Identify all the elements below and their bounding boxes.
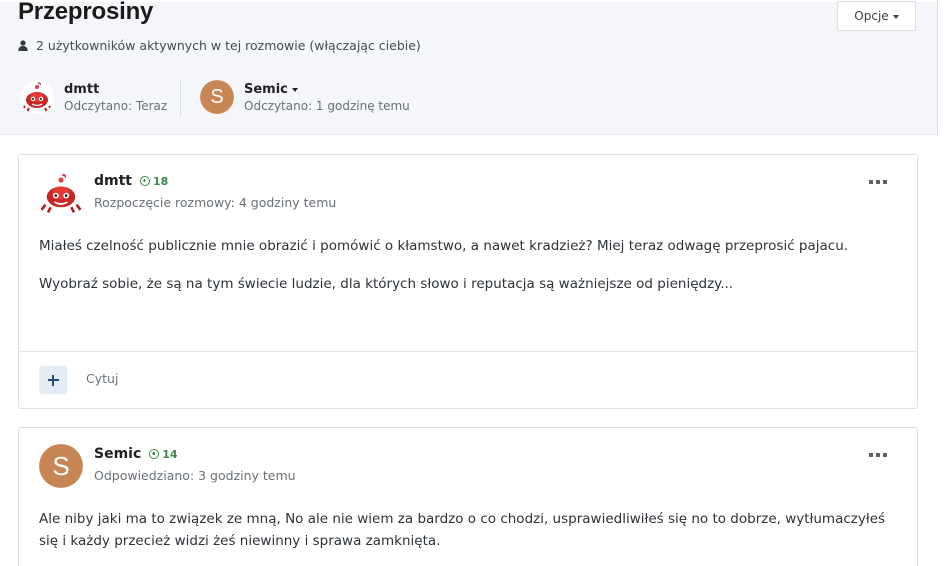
avatar[interactable] xyxy=(20,80,54,114)
reputation-count: 14 xyxy=(162,447,178,461)
post-meta: Odpowiedziano: 3 godziny temu xyxy=(94,468,296,483)
reputation-badge: 14 xyxy=(149,447,178,461)
user-icon xyxy=(18,40,28,51)
caret-down-icon[interactable] xyxy=(291,88,298,92)
author-name[interactable]: Semic xyxy=(94,446,141,462)
author-name[interactable]: dmtt xyxy=(94,173,132,189)
participant-semic[interactable]: S Semic Odczytano: 1 godzinę temu xyxy=(200,80,420,116)
post-author: Semic 14 xyxy=(94,446,178,462)
avatar-letter: S xyxy=(39,444,83,488)
active-users-text: 2 użytkowników aktywnych w tej rozmowie … xyxy=(36,38,421,53)
participant-status: Odczytano: 1 godzinę temu xyxy=(244,99,410,113)
avatar[interactable] xyxy=(39,171,83,215)
avatar[interactable]: S xyxy=(200,80,234,114)
reputation-count: 18 xyxy=(153,174,169,188)
multiquote-button[interactable] xyxy=(39,366,67,394)
quote-button[interactable]: Cytuj xyxy=(86,371,118,386)
plus-circle-icon xyxy=(149,449,160,459)
divider xyxy=(180,80,181,116)
options-button[interactable]: Opcje xyxy=(837,1,916,31)
participant-name[interactable]: Semic xyxy=(244,82,288,97)
participant-name[interactable]: dmtt xyxy=(64,82,99,97)
plus-icon xyxy=(47,374,59,386)
conversation-page: Przeprosiny Opcje 2 użytkowników aktywny… xyxy=(0,0,950,566)
caret-down-icon xyxy=(892,14,899,19)
red-crab-avatar-icon xyxy=(39,171,83,215)
post-paragraph: Miałeś czelność publicznie mnie obrazić … xyxy=(39,238,849,254)
plus-circle-icon xyxy=(140,176,150,186)
more-options-icon[interactable] xyxy=(869,175,887,189)
post-footer: Cytuj xyxy=(19,351,917,410)
active-users-info: 2 użytkowników aktywnych w tej rozmowie … xyxy=(18,38,421,53)
conversation-header: Przeprosiny Opcje 2 użytkowników aktywny… xyxy=(0,0,938,135)
post-author: dmtt 18 xyxy=(94,173,168,189)
avatar-letter: S xyxy=(200,80,234,114)
more-options-icon[interactable] xyxy=(869,448,887,462)
post-meta: Rozpoczęcie rozmowy: 4 godziny temu xyxy=(94,195,337,210)
reputation-badge: 18 xyxy=(140,175,168,188)
post-paragraph: Ale niby jaki ma to związek ze mną, No a… xyxy=(39,511,886,549)
page-title: Przeprosiny xyxy=(18,0,154,25)
red-crab-avatar-icon xyxy=(20,80,54,114)
message-post: S Semic 14 Odpowiedziano: 3 godziny temu… xyxy=(18,427,918,566)
avatar[interactable]: S xyxy=(39,444,83,488)
post-paragraph: Wyobraź sobie, że są na tym świecie ludz… xyxy=(39,276,734,292)
participant-dmtt[interactable]: dmtt Odczytano: Teraz xyxy=(20,80,170,116)
options-label: Opcje xyxy=(854,9,889,23)
participant-status: Odczytano: Teraz xyxy=(64,99,168,113)
post-body: Miałeś czelność publicznie mnie obrazić … xyxy=(39,235,897,311)
post-body: Ale niby jaki ma to związek ze mną, No a… xyxy=(39,508,897,566)
message-post: dmtt 18 Rozpoczęcie rozmowy: 4 godziny t… xyxy=(18,154,918,409)
